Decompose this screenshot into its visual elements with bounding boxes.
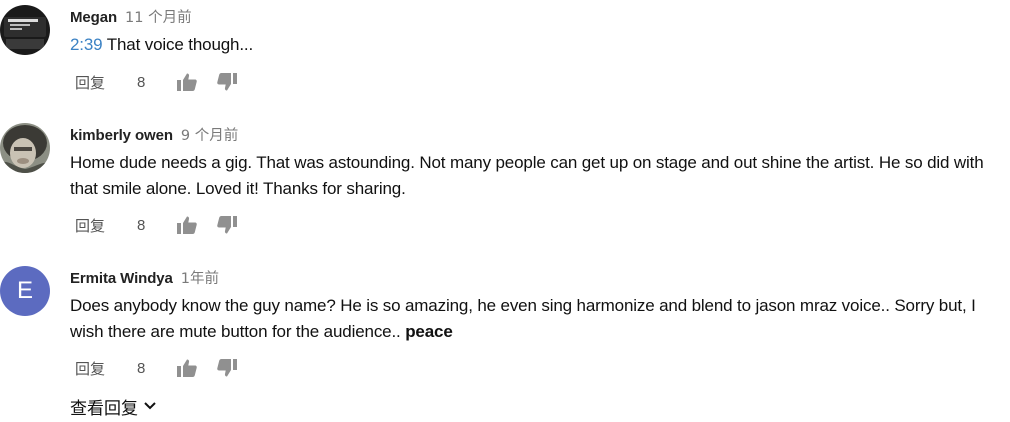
reply-button[interactable]: 回复 <box>75 215 137 236</box>
avatar[interactable]: E <box>0 266 50 316</box>
comment-author[interactable]: Ermita Windya <box>70 270 173 287</box>
comment-author[interactable]: Megan <box>70 9 117 26</box>
reply-button[interactable]: 回复 <box>75 72 137 93</box>
avatar-image <box>0 123 50 173</box>
video-timestamp-link[interactable]: 2:39 <box>70 35 103 54</box>
view-replies-button[interactable]: 查看回复 <box>70 394 156 419</box>
thumb-up-icon <box>177 216 197 234</box>
like-count: 8 <box>137 359 146 377</box>
avatar[interactable] <box>0 123 50 173</box>
dislike-button[interactable] <box>217 213 257 237</box>
thumb-down-icon <box>217 216 237 234</box>
dislike-button[interactable] <box>217 356 257 380</box>
comment-time[interactable]: 1年前 <box>181 267 219 288</box>
comment-text: Home dude needs a gig. That was astoundi… <box>70 153 984 198</box>
comment-actions: 回复 8 <box>75 70 257 94</box>
thumb-down-icon <box>217 73 237 91</box>
avatar[interactable] <box>0 5 50 55</box>
comment-time[interactable]: 9 个月前 <box>181 124 238 145</box>
comment-actions: 回复 8 <box>75 213 257 237</box>
view-replies-label: 查看回复 <box>70 398 138 419</box>
comment-body: That voice though... <box>102 35 254 54</box>
dislike-button[interactable] <box>217 70 257 94</box>
like-button[interactable] <box>177 70 217 94</box>
thumb-up-icon <box>177 73 197 91</box>
like-button[interactable] <box>177 213 217 237</box>
like-count: 8 <box>137 73 146 91</box>
like-count: 8 <box>137 216 146 234</box>
comment-author[interactable]: kimberly owen <box>70 127 173 144</box>
avatar-image <box>0 5 50 55</box>
thumb-down-icon <box>217 359 237 377</box>
thumb-up-icon <box>177 359 197 377</box>
comment-body: Does anybody know the guy name? He is so… <box>70 296 976 341</box>
chevron-down-icon <box>144 402 156 410</box>
comment-actions: 回复 8 <box>75 356 257 380</box>
comment-text: 2:39 That voice though... <box>70 32 1010 58</box>
comment-bold-text: peace <box>405 322 453 341</box>
comment-text: Does anybody know the guy name? He is so… <box>70 293 1006 345</box>
comment-time[interactable]: 11 个月前 <box>125 6 192 27</box>
reply-button[interactable]: 回复 <box>75 358 137 379</box>
like-button[interactable] <box>177 356 217 380</box>
avatar-letter: E <box>16 277 33 304</box>
